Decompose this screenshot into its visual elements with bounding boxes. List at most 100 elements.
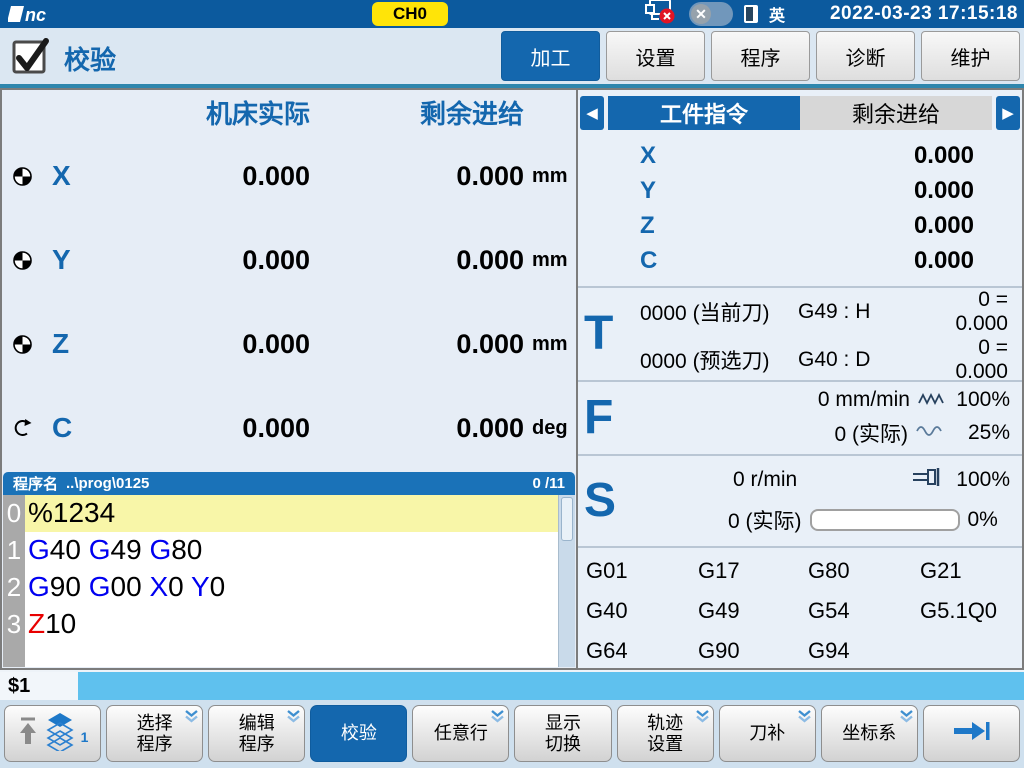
line-text: G40 G49 G80 <box>25 532 558 569</box>
line-number: 0 <box>3 498 25 529</box>
softkey-编辑程序[interactable]: 编辑程序 <box>208 705 305 762</box>
program-section: 程序名 ..\prog\0125 0 /11 0%12341G40 G49 G8… <box>3 472 575 667</box>
program-line[interactable]: 3Z10 <box>3 606 575 643</box>
coord-tab-right-arrow[interactable]: ▶ <box>996 96 1020 130</box>
program-line[interactable]: 1G40 G49 G80 <box>3 532 575 569</box>
axis-remain-value: 0.000 <box>310 329 524 360</box>
spindle-icon <box>912 467 944 493</box>
modal-gcode-list: G01G17G80G21G40G49G54G5.1Q0G64G90G94 <box>578 546 1022 678</box>
language-indicator[interactable]: 英 <box>769 2 785 26</box>
channel-badge[interactable]: CH0 <box>372 2 448 26</box>
spindle-programmed-row: 0 r/min 100% <box>578 467 1022 493</box>
workpiece-axis-C: C0.000 <box>578 243 1022 278</box>
modal-gcode: G40 <box>586 598 698 638</box>
spindle-load-bar <box>810 509 960 531</box>
feed-letter: F <box>584 394 613 442</box>
softkey-校验[interactable]: 校验 <box>310 705 407 762</box>
softkey-轨迹设置[interactable]: 轨迹设置 <box>617 705 714 762</box>
softkey-label: 编辑 <box>239 713 275 734</box>
axis-name: Y <box>640 177 656 205</box>
axis-value: 0.000 <box>914 177 974 205</box>
axis-machine-value: 0.000 <box>92 413 310 444</box>
softkey-next-page[interactable] <box>923 705 1020 762</box>
tool-section: T 0000 (当前刀) G49 : H 0 = 0.000 0000 (预选刀… <box>578 286 1022 380</box>
tab-诊断[interactable]: 诊断 <box>816 31 915 81</box>
chevron-down-icon <box>490 708 505 729</box>
coord-tab-left-arrow[interactable]: ◀ <box>580 96 604 130</box>
axis-row-Z: Z0.0000.000mm <box>2 302 576 386</box>
axis-remain-value: 0.000 <box>310 161 524 192</box>
modal-gcode: G01 <box>586 558 698 598</box>
feed-override-value: 100% <box>952 388 1010 412</box>
message-bar[interactable] <box>78 672 1024 700</box>
softkey-刀补[interactable]: 刀补 <box>719 705 816 762</box>
line-number: 2 <box>3 572 25 603</box>
hnc-logo-icon: nc <box>8 3 60 25</box>
tool-row-preselect: 0000 (预选刀) G40 : D 0 = 0.000 <box>578 336 1022 384</box>
rapid-override-icon <box>918 388 944 412</box>
axis-name: X <box>40 160 92 192</box>
svg-text:nc: nc <box>25 5 46 25</box>
program-line[interactable]: 0%1234 <box>3 495 575 532</box>
position-panel: 机床实际 剩余进给 X0.0000.000mmY0.0000.000mmZ0.0… <box>2 90 578 668</box>
datetime: 2022-03-23 17:15:18 <box>830 3 1018 25</box>
axis-name: X <box>640 142 656 170</box>
axis-rows: X0.0000.000mmY0.0000.000mmZ0.0000.000mmC… <box>2 134 576 470</box>
feed-wave-icon <box>916 421 944 445</box>
tab-加工[interactable]: 加工 <box>501 31 600 81</box>
rotary-axis-icon <box>2 418 40 439</box>
alarm-mute-icon[interactable]: ✕ <box>689 2 733 26</box>
workpiece-axis-Z: Z0.000 <box>578 208 1022 243</box>
main-area: 机床实际 剩余进给 X0.0000.000mmY0.0000.000mmZ0.0… <box>0 88 1024 670</box>
tab-程序[interactable]: 程序 <box>711 31 810 81</box>
feed-actual-override-value: 25% <box>952 421 1010 445</box>
input-method-icon[interactable] <box>744 5 758 23</box>
scrollbar-thumb[interactable] <box>561 497 573 541</box>
tab-设置[interactable]: 设置 <box>606 31 705 81</box>
axis-unit: mm <box>524 165 576 188</box>
program-scrollbar[interactable] <box>558 495 575 667</box>
axis-name: Y <box>40 244 92 276</box>
coord-tab-剩余进给[interactable]: 剩余进给 <box>800 96 992 130</box>
softkey-任意行[interactable]: 任意行 <box>412 705 509 762</box>
axis-name: C <box>40 412 92 444</box>
line-number: 1 <box>3 535 25 566</box>
linear-axis-icon <box>2 334 40 355</box>
line-text: G90 G00 X0 Y0 <box>25 569 558 606</box>
softkey-layer-icons: 1 <box>17 711 89 756</box>
return-top-icon <box>17 716 39 751</box>
axis-value: 0.000 <box>914 212 974 240</box>
softkey-label: 刀补 <box>749 723 785 744</box>
softkey-坐标系[interactable]: 坐标系 <box>821 705 918 762</box>
axis-value: 0.000 <box>914 142 974 170</box>
coord-tab-工件指令[interactable]: 工件指令 <box>608 96 800 130</box>
softkey-label: 显示 <box>545 713 581 734</box>
feed-section: F 0 mm/min 100% 0 (实际) <box>578 380 1022 454</box>
verify-checkbox-icon <box>10 34 52 83</box>
axis-row-Y: Y0.0000.000mm <box>2 218 576 302</box>
softkey-layer-select[interactable]: 1 <box>4 705 101 762</box>
status-panel: ◀ 工件指令剩余进给 ▶ X0.000Y0.000Z0.000C0.000 T … <box>578 90 1022 668</box>
network-error-icon[interactable] <box>642 0 678 30</box>
softkey-label: 设置 <box>647 734 683 755</box>
axis-machine-value: 0.000 <box>92 329 310 360</box>
workpiece-axis-values: X0.000Y0.000Z0.000C0.000 <box>578 130 1022 286</box>
program-listing[interactable]: 0%12341G40 G49 G802G90 G00 X0 Y03Z10 <box>3 495 575 667</box>
softkey-显示切换[interactable]: 显示切换 <box>514 705 611 762</box>
softkey-label: 程序 <box>137 734 173 755</box>
layers-icon <box>46 711 74 756</box>
tab-维护[interactable]: 维护 <box>921 31 1020 81</box>
axis-remain-value: 0.000 <box>310 245 524 276</box>
modal-gcode: G21 <box>920 558 1022 598</box>
line-text: %1234 <box>25 495 558 532</box>
next-page-arrow-icon <box>950 720 992 747</box>
axis-unit: mm <box>524 249 576 272</box>
chevron-down-icon <box>797 708 812 729</box>
spindle-load-value: 0% <box>968 508 998 532</box>
program-line[interactable]: 2G90 G00 X0 Y0 <box>3 569 575 606</box>
chevron-down-icon <box>286 708 301 729</box>
channel-label: $1 <box>0 672 78 700</box>
softkey-bar: 1选择程序编辑程序校验任意行显示切换轨迹设置刀补坐标系 <box>0 700 1024 768</box>
softkey-选择程序[interactable]: 选择程序 <box>106 705 203 762</box>
linear-axis-icon <box>2 166 40 187</box>
